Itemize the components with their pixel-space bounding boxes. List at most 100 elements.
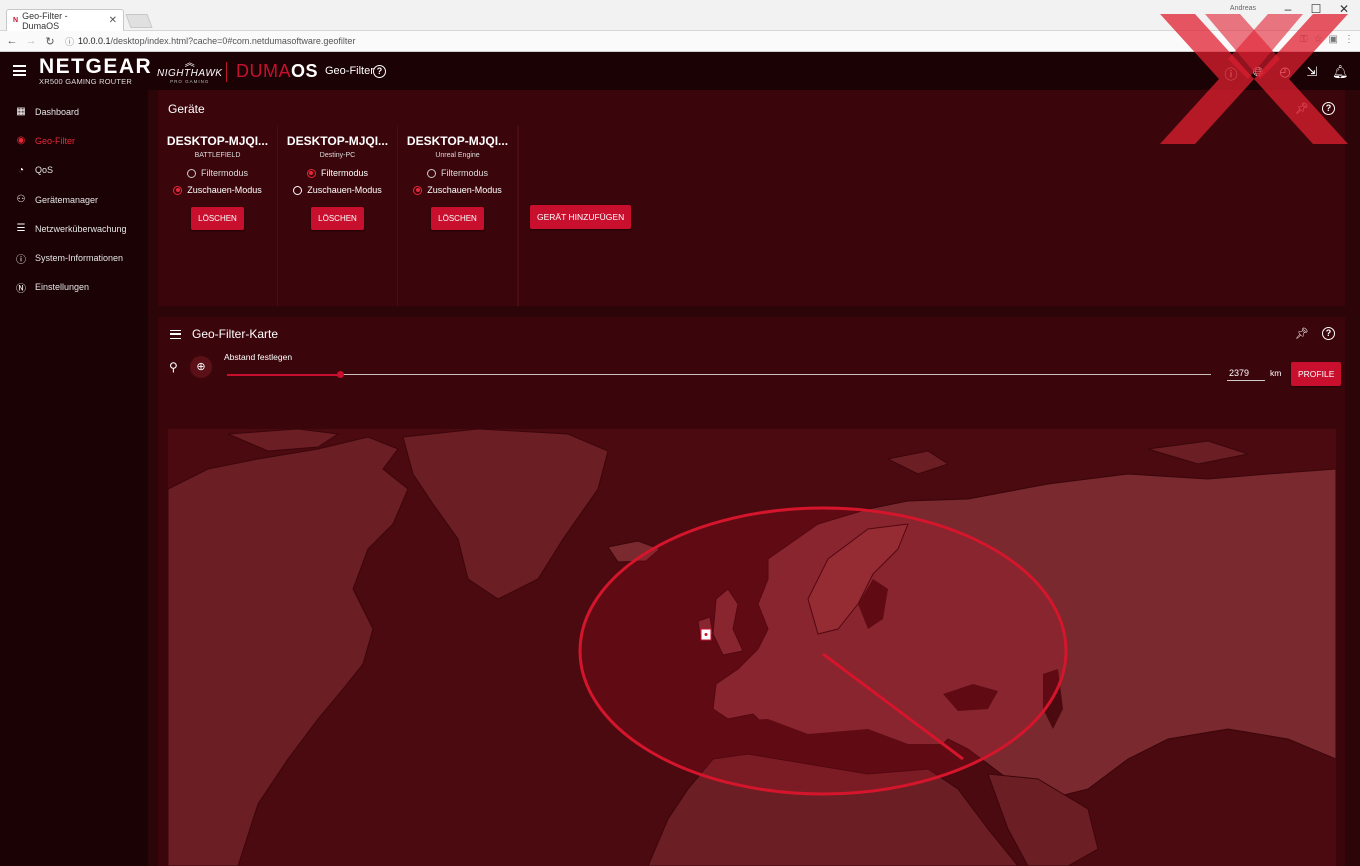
radio-button[interactable] (306, 168, 316, 178)
sidebar-item-label: Geo-Filter (35, 135, 76, 146)
slider-fill (227, 373, 341, 376)
add-device-button[interactable]: GERÄT HINZUFÜGEN (530, 205, 632, 229)
radio-label: Filtermodus (440, 168, 488, 178)
qos-icon: ◔ (17, 164, 25, 176)
brand-name: NETGEAR (39, 55, 153, 78)
close-window-icon[interactable]: ✕ (1330, 2, 1358, 16)
delete-button[interactable]: LÖSCHEN (431, 207, 484, 230)
spectate-mode-radio[interactable]: Zuschauen-Modus (158, 185, 277, 195)
duma-text: DUMA (236, 61, 291, 81)
extension-icon[interactable]: ▣ (1329, 34, 1338, 45)
page-title: Geo-Filter (325, 65, 374, 77)
devices-panel: Geräte 📌︎ ? DESKTOP-MJQI... BATTLEFIELD … (158, 90, 1345, 306)
bell-icon[interactable]: 🔔︎ (1332, 64, 1349, 83)
delete-button[interactable]: LÖSCHEN (191, 207, 244, 230)
location-pin-icon[interactable]: ⚲ (169, 360, 178, 374)
nighthawk-subtitle: PRO GAMING (170, 79, 210, 84)
spectate-mode-radio[interactable]: Zuschauen-Modus (398, 185, 517, 195)
browser-menu-icon[interactable]: ⋮ (1344, 34, 1354, 45)
sidebar-item-dashboard[interactable]: ▦ Dashboard (0, 97, 148, 126)
filter-mode-radio[interactable]: Filtermodus (158, 168, 277, 178)
network-monitor-icon: ☰ (16, 223, 26, 235)
pin-icon[interactable]: 📌︎ (1295, 102, 1309, 115)
history-icon[interactable]: ◴ (1278, 64, 1292, 83)
browser-tab-title: Geo-Filter - DumaOS (22, 10, 68, 31)
browser-user[interactable]: Andreas (1230, 5, 1256, 12)
radio-button[interactable] (173, 185, 183, 195)
netgear-logo: NETGEAR XR500 GAMING ROUTER (39, 55, 153, 86)
zoom-icon[interactable]: ⊕ (190, 356, 212, 378)
radio-button[interactable] (426, 168, 436, 178)
filter-radius-circle (578, 506, 1068, 796)
radio-label: Zuschauen-Modus (307, 185, 382, 195)
close-tab-icon[interactable]: ✕ (109, 15, 117, 26)
radio-button[interactable] (413, 185, 423, 195)
sidebar-item-label: Einstellungen (35, 282, 90, 293)
exit-icon[interactable]: ⇲ (1305, 64, 1319, 83)
delete-button[interactable]: LÖSCHEN (311, 207, 364, 230)
maximize-icon[interactable]: ☐ (1302, 2, 1330, 16)
sidebar-item-geo-filter[interactable]: ◉ Geo-Filter (0, 126, 148, 155)
map-menu-icon[interactable] (170, 330, 181, 339)
distance-label: Abstand festlegen (224, 352, 293, 362)
nighthawk-logo: ︽ NIGHTHAWK PRO GAMING (157, 59, 222, 85)
devices-icon: ⚇ (16, 194, 26, 206)
distance-slider[interactable] (227, 371, 1211, 378)
radio-label: Zuschauen-Modus (427, 185, 502, 195)
new-tab-button[interactable] (125, 14, 153, 28)
minimize-icon[interactable]: – (1274, 2, 1302, 16)
bookmark-star-icon[interactable]: ☆ (1314, 34, 1323, 45)
key-icon[interactable]: ⚿ (1300, 34, 1308, 45)
info-icon[interactable]: ⓘ (1224, 64, 1238, 83)
back-icon[interactable]: ← (5, 35, 19, 47)
url-field[interactable]: ⓘ 10.0.0.1/desktop/index.html?cache=0#co… (65, 35, 355, 48)
radio-label: Filtermodus (200, 168, 248, 178)
url-path: /desktop/index.html?cache=0#com.netdumas… (110, 36, 356, 46)
device-card: DESKTOP-MJQI... BATTLEFIELD Filtermodus … (158, 126, 278, 306)
netgear-favicon-icon: N (13, 17, 19, 24)
sidebar-item-label: Netzwerküberwachung (35, 223, 127, 234)
profile-button[interactable]: PROFILE (1291, 362, 1342, 386)
dashboard-icon: ▦ (16, 106, 26, 118)
radio-button[interactable] (293, 185, 303, 195)
sidebar-item-system-info[interactable]: ⓘ System-Informationen (0, 243, 148, 272)
filter-mode-radio[interactable]: Filtermodus (398, 168, 517, 178)
radio-button[interactable] (186, 168, 196, 178)
geofilter-icon: ◉ (16, 135, 26, 147)
filter-mode-radio[interactable]: Filtermodus (278, 168, 397, 178)
radio-label: Zuschauen-Modus (187, 185, 262, 195)
browser-tab[interactable]: N Geo-Filter - DumaOS ✕ (6, 9, 124, 31)
radio-label: Filtermodus (320, 168, 368, 178)
sidebar-item-network-monitor[interactable]: ☰ Netzwerküberwachung (0, 214, 148, 243)
help-icon[interactable]: ? (1322, 102, 1335, 115)
brand-subtitle: XR500 GAMING ROUTER (39, 77, 132, 86)
url-host: 10.0.0.1 (78, 36, 111, 46)
device-game: Unreal Engine (435, 152, 480, 159)
distance-input[interactable]: 2379 (1227, 365, 1265, 381)
menu-icon[interactable] (13, 65, 26, 76)
page-info-icon[interactable]: ⓘ (65, 35, 74, 48)
sidebar-item-qos[interactable]: ◔ QoS (0, 156, 148, 185)
forward-icon[interactable]: → (24, 35, 38, 47)
sidebar-item-device-manager[interactable]: ⚇ Gerätemanager (0, 185, 148, 214)
app-header: NETGEAR XR500 GAMING ROUTER ︽ NIGHTHAWK … (0, 52, 1360, 90)
header-actions: ⓘ 🌐︎ ◴ ⇲ 🔔︎ (1224, 64, 1349, 83)
devices-panel-title: Geräte (168, 102, 205, 116)
settings-icon: Ⓝ (16, 283, 26, 295)
device-name: DESKTOP-MJQI... (406, 134, 509, 148)
slider-handle[interactable] (337, 371, 345, 378)
sidebar-item-label: Gerätemanager (35, 194, 99, 205)
world-map[interactable] (168, 429, 1336, 866)
globe-icon[interactable]: 🌐︎ (1251, 64, 1265, 83)
reload-icon[interactable]: ↻ (43, 35, 57, 48)
address-bar: ← → ↻ ⓘ 10.0.0.1/desktop/index.html?cach… (0, 31, 1360, 52)
device-divider (518, 126, 519, 306)
help-icon[interactable]: ? (373, 65, 386, 78)
spectate-mode-radio[interactable]: Zuschauen-Modus (278, 185, 397, 195)
sidebar-item-settings[interactable]: Ⓝ Einstellungen (0, 273, 148, 302)
help-icon[interactable]: ? (1322, 327, 1335, 340)
header-divider (226, 62, 227, 82)
dumaos-logo: DUMAOS (236, 61, 318, 82)
duma-app: NETGEAR XR500 GAMING ROUTER ︽ NIGHTHAWK … (0, 52, 1360, 866)
pin-icon[interactable]: 📌︎ (1295, 327, 1309, 340)
